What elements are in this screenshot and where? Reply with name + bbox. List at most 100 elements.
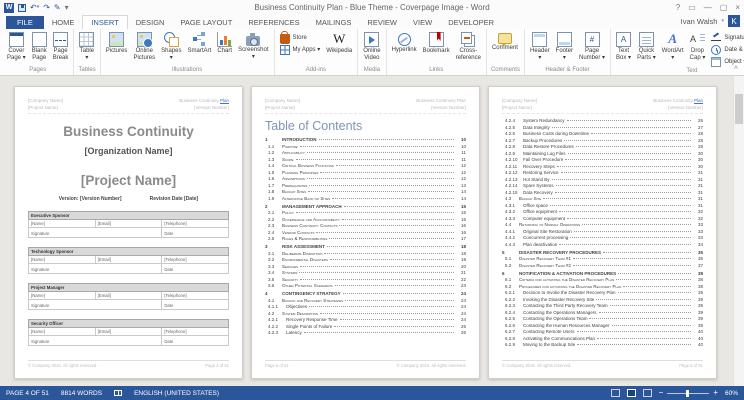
tab-developer[interactable]: DEVELOPER bbox=[440, 16, 502, 29]
zoom-level[interactable]: 60% bbox=[725, 390, 738, 397]
sponsor-cell: [Email] bbox=[95, 292, 162, 300]
button-label: SmartArt bbox=[187, 48, 211, 55]
toc-dot-leader bbox=[307, 152, 454, 153]
drop-cap-button[interactable]: ADropCap ▾ bbox=[687, 31, 709, 62]
toc-number: 6.2.9 bbox=[502, 342, 519, 349]
signature-cell: Signature bbox=[29, 336, 162, 346]
bookmark-button[interactable]: Bookmark bbox=[420, 31, 453, 55]
toc-entry[interactable]: 3.6Other Potential Scenarios23 bbox=[265, 283, 466, 290]
wikipedia-button[interactable]: WWikipedia bbox=[323, 31, 355, 55]
collapse-ribbon-icon[interactable]: ˄ bbox=[734, 65, 738, 72]
cover-page-button[interactable]: CoverPage ▾ bbox=[4, 31, 29, 62]
customize-qat-icon[interactable]: ▾ bbox=[65, 3, 69, 13]
page-footer: © Company 2015. All rights reserved. Pag… bbox=[502, 360, 703, 368]
chart-button[interactable]: Chart bbox=[214, 31, 235, 55]
redo-icon[interactable]: ↷ bbox=[43, 3, 50, 13]
page-cover[interactable]: [Company Name][Project Name]Business Con… bbox=[14, 86, 243, 379]
sponsor-cell: [Email] bbox=[95, 220, 162, 228]
store-button[interactable]: Store bbox=[277, 32, 324, 43]
comment-button[interactable]: Comment bbox=[489, 31, 521, 52]
quick-parts-button[interactable]: QuickParts ▾ bbox=[634, 31, 659, 62]
scrollbar-thumb[interactable] bbox=[735, 94, 743, 124]
page-toc-1[interactable]: [Company Name][Project Name]Business Con… bbox=[251, 86, 480, 379]
tab-file[interactable]: FILE bbox=[6, 16, 44, 29]
close-button[interactable]: × bbox=[735, 3, 740, 13]
page-number-button[interactable]: #PageNumber ▾ bbox=[576, 31, 608, 62]
plan-link[interactable]: Plan bbox=[220, 98, 229, 103]
footer-page-number: Page 5 of 51 bbox=[265, 363, 289, 368]
tab-view[interactable]: VIEW bbox=[405, 16, 440, 29]
screenshot-button[interactable]: Screenshot▾ bbox=[235, 31, 271, 61]
undo-icon[interactable]: ↶▾ bbox=[30, 3, 39, 13]
text-box-icon: A bbox=[616, 32, 631, 47]
text-box-button[interactable]: ATextBox ▾ bbox=[613, 31, 634, 62]
zoom-slider-thumb[interactable] bbox=[686, 390, 689, 397]
smartart-button[interactable]: SmartArt bbox=[184, 31, 214, 55]
minimize-button[interactable]: — bbox=[704, 3, 712, 13]
zoom-out-icon[interactable]: − bbox=[659, 389, 664, 397]
zoom-slider[interactable] bbox=[667, 393, 709, 394]
page-toc-2[interactable]: [Company Name][Project Name]Business Con… bbox=[488, 86, 717, 379]
help-button[interactable]: ? bbox=[676, 3, 680, 13]
zoom-in-icon[interactable]: + bbox=[713, 389, 718, 397]
page-header: [Company Name][Project Name]Business Con… bbox=[502, 97, 703, 114]
my-apps-button[interactable]: My Apps ▾ bbox=[277, 44, 324, 55]
toc-text: Disaster Recovery Team #2 bbox=[519, 263, 571, 270]
read-mode-icon[interactable] bbox=[611, 389, 620, 397]
signature-line-button[interactable]: Signature Line ▾ bbox=[708, 32, 744, 43]
wordart-icon: A bbox=[665, 32, 680, 47]
tab-mailings[interactable]: MAILINGS bbox=[308, 16, 360, 29]
toc-dot-leader bbox=[576, 146, 691, 147]
word-count[interactable]: 8814 WORDS bbox=[61, 390, 102, 397]
window-title: Business Continuity Plan - Blue Theme - … bbox=[0, 3, 744, 12]
toc-dot-leader bbox=[330, 259, 454, 260]
online-video-button[interactable]: OnlineVideo bbox=[360, 31, 383, 62]
toc-entry[interactable]: 6.2.9Moving to the Backup Site40 bbox=[502, 342, 703, 349]
button-label: TextBox ▾ bbox=[616, 48, 631, 62]
tab-page-layout[interactable]: PAGE LAYOUT bbox=[172, 16, 240, 29]
tab-design[interactable]: DESIGN bbox=[128, 16, 173, 29]
restore-button[interactable]: ▢ bbox=[720, 3, 728, 13]
toc-page-number: 26 bbox=[456, 330, 466, 337]
wordart-button[interactable]: AWordArt▾ bbox=[659, 31, 687, 62]
toc-dot-leader bbox=[618, 292, 691, 293]
toc-entry[interactable]: 1.9Alternative Back-up Sites14 bbox=[265, 196, 466, 203]
toc-entry[interactable]: 5.2Disaster Recovery Team #237 bbox=[502, 263, 703, 270]
footer-button[interactable]: Footer▾ bbox=[553, 31, 576, 62]
toc-dot-leader bbox=[340, 319, 454, 320]
cover-page-icon bbox=[9, 32, 24, 47]
user-account[interactable]: Ivan Walsh ▾ K bbox=[681, 15, 740, 27]
tab-references[interactable]: REFERENCES bbox=[240, 16, 307, 29]
table-button[interactable]: Table▾ bbox=[76, 31, 97, 62]
web-layout-icon[interactable] bbox=[643, 389, 652, 397]
hyperlink-button[interactable]: Hyperlink bbox=[389, 31, 420, 54]
print-layout-icon[interactable] bbox=[627, 389, 636, 397]
toc-dot-leader bbox=[573, 265, 691, 266]
draw-icon[interactable]: ✎ bbox=[54, 3, 61, 13]
online-pictures-button[interactable]: OnlinePictures bbox=[130, 31, 158, 62]
plan-link[interactable]: Plan bbox=[694, 98, 703, 103]
object-button[interactable]: Object ▾ bbox=[708, 56, 744, 67]
language-indicator[interactable]: ENGLISH (UNITED STATES) bbox=[134, 390, 219, 397]
shapes-button[interactable]: Shapes▾ bbox=[158, 31, 184, 62]
toc-entry[interactable]: 4.4.3Plan deactivation34 bbox=[502, 242, 703, 249]
save-icon[interactable] bbox=[18, 4, 26, 12]
tab-home[interactable]: HOME bbox=[44, 16, 83, 29]
ribbon-display-options-button[interactable]: ▭ bbox=[688, 3, 696, 13]
toc-dot-leader bbox=[612, 325, 691, 326]
vertical-scrollbar[interactable] bbox=[733, 76, 744, 386]
toc-entry[interactable]: 2.5Roles & Responsibilities17 bbox=[265, 236, 466, 243]
pictures-button[interactable]: Pictures bbox=[103, 31, 131, 55]
blank-page-button[interactable]: BlankPage bbox=[29, 31, 50, 62]
tab-review[interactable]: REVIEW bbox=[359, 16, 405, 29]
page-break-button[interactable]: PageBreak bbox=[50, 31, 72, 62]
header-button[interactable]: Header▾ bbox=[527, 31, 553, 62]
proofing-icon[interactable] bbox=[114, 390, 122, 396]
page-indicator[interactable]: PAGE 4 OF 51 bbox=[6, 390, 49, 397]
tab-insert[interactable]: INSERT bbox=[82, 15, 127, 29]
toc-entry[interactable]: 4.2.3Latency26 bbox=[265, 330, 466, 337]
date-time-button[interactable]: Date & Time bbox=[708, 44, 744, 55]
toc-dot-leader bbox=[329, 238, 454, 239]
avatar[interactable]: K bbox=[728, 15, 740, 27]
cross-reference-button[interactable]: Cross-reference bbox=[453, 31, 484, 62]
